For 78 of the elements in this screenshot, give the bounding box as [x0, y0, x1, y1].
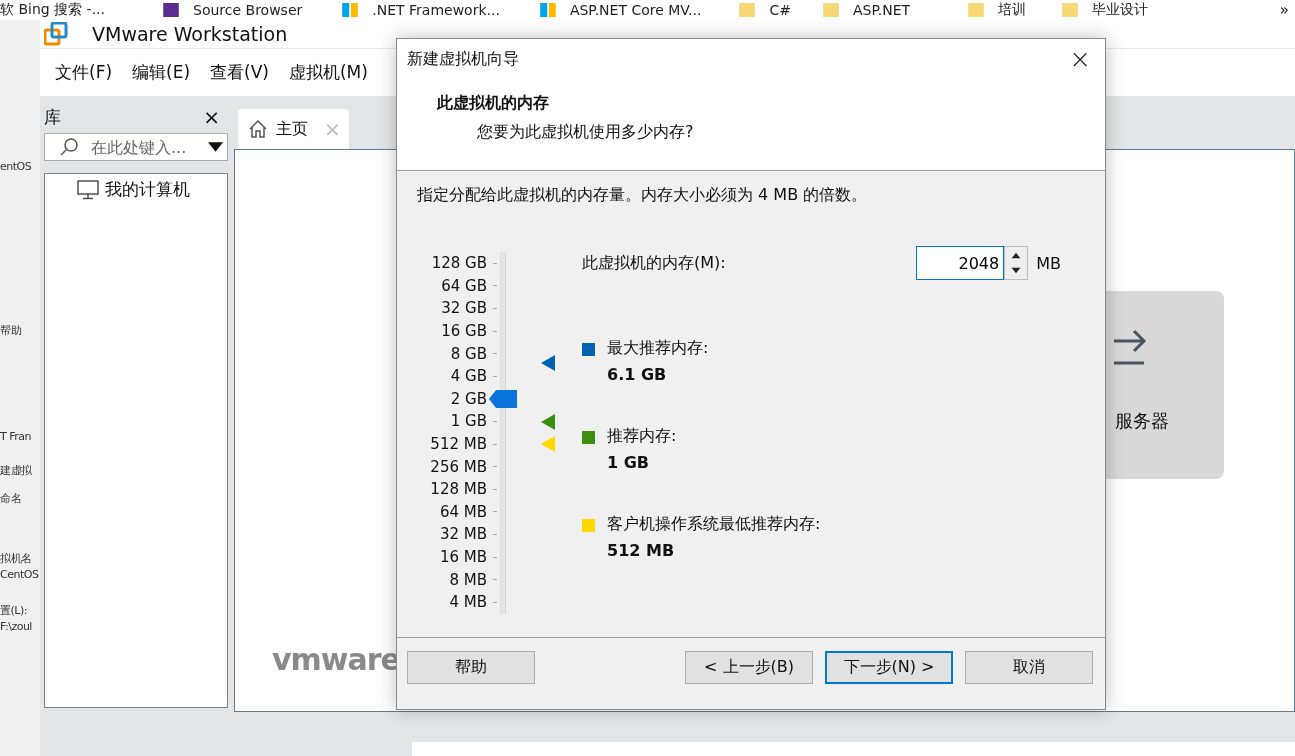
bookmark-link[interactable]: 培训: [998, 1, 1027, 19]
legend-value: 6.1 GB: [607, 365, 668, 384]
folder-icon: [968, 3, 985, 17]
close-button[interactable]: ×: [1069, 44, 1091, 74]
tick-label: 4 GB: [450, 367, 487, 386]
bookmark-link[interactable]: .NET Framework...: [372, 2, 500, 18]
legend-value: 1 GB: [607, 453, 651, 472]
tick-label: 256 MB: [430, 457, 487, 476]
bookmark-link[interactable]: ASP.NET Core MV...: [569, 2, 702, 18]
window-title: VMware Workstation: [92, 23, 288, 45]
menu-item[interactable]: 虚拟机(M): [288, 61, 368, 84]
tick-label: 512 MB: [430, 435, 487, 454]
tick-label: 4 MB: [449, 593, 487, 612]
tree-item[interactable]: 我的计算机: [105, 178, 190, 201]
folder-icon: [823, 3, 839, 17]
dialog-button[interactable]: 取消: [965, 651, 1093, 684]
window-fragment-text: CentOS: [0, 568, 40, 582]
legend-value: 512 MB: [607, 541, 676, 560]
legend-label: 推荐内存:: [607, 426, 677, 447]
window-fragment-text: F:\zoul: [0, 620, 33, 634]
instruction-text: 指定分配给此虚拟机的内存量。内存大小必须为 4 MB 的倍数。: [417, 185, 869, 206]
windows-icon: [342, 3, 359, 17]
home-tab[interactable]: 主页 ×: [238, 109, 349, 149]
library-title: 库: [44, 105, 61, 129]
window-fragment-text: T Fran: [0, 430, 32, 444]
window-fragment-text: 拟机名: [0, 552, 33, 566]
net-badge-icon: [163, 3, 179, 17]
search-field[interactable]: 在此处键入...: [44, 133, 228, 161]
tick-label: 1 GB: [450, 412, 487, 431]
search-icon: [59, 137, 79, 157]
window-fragment-text: 命名: [0, 492, 22, 506]
bookmark-link[interactable]: ASP.NET: [853, 2, 911, 18]
home-icon: [248, 119, 268, 139]
memory-input[interactable]: 2048: [916, 246, 1005, 280]
tick-label: 64 GB: [441, 276, 487, 295]
tick-label: 32 MB: [439, 525, 487, 544]
more-bookmarks-button[interactable]: »: [1279, 1, 1289, 19]
tick-label: 16 GB: [441, 322, 487, 341]
bookmark-link[interactable]: Source Browser: [193, 2, 303, 18]
folder-icon: [739, 3, 756, 17]
memory-label: 此虚拟机的内存(M):: [582, 252, 726, 274]
legend-label: 客户机操作系统最低推荐内存:: [607, 514, 821, 535]
step-subheading: 您要为此虚拟机使用多少内存?: [477, 122, 695, 143]
legend-label: 最大推荐内存:: [607, 338, 709, 359]
dialog-button[interactable]: 帮助: [407, 651, 535, 684]
window-fragment-text: 建虚拟: [0, 464, 33, 478]
dialog-title: 新建虚拟机向导: [407, 48, 519, 70]
bookmark-link[interactable]: C#: [769, 2, 791, 18]
tick-label: 8 MB: [449, 570, 487, 589]
tick-label: 2 GB: [450, 389, 487, 408]
close-button[interactable]: ×: [203, 105, 220, 129]
slider-thumb[interactable]: [489, 389, 517, 408]
monitor-icon: [77, 179, 99, 200]
search-input[interactable]: 在此处键入...: [89, 136, 198, 158]
app-logo-icon: [44, 22, 68, 46]
folder-icon: [1062, 3, 1079, 17]
tick-label: 32 GB: [441, 299, 487, 318]
dropdown-arrow-icon[interactable]: [208, 142, 223, 152]
dialog-button[interactable]: < 上一步(B): [685, 651, 813, 684]
windows-icon: [539, 3, 556, 17]
tick-label: 8 GB: [450, 344, 487, 363]
tick-label: 128 MB: [430, 480, 487, 499]
tick-label: 64 MB: [439, 502, 487, 521]
vmware-logo: vmware: [272, 642, 400, 677]
tick-label: 128 GB: [431, 254, 487, 273]
bookmark-link[interactable]: 毕业设计: [1092, 1, 1149, 19]
menu-item[interactable]: 查看(V): [210, 61, 269, 84]
dialog-button[interactable]: 下一步(N) >: [825, 651, 953, 684]
window-fragment-text: 帮助: [0, 324, 22, 338]
tick-label: 16 MB: [439, 548, 487, 566]
window-fragment-text: entOS: [0, 160, 33, 174]
unit-label: MB: [1036, 253, 1061, 273]
card-label: 服务器: [1115, 409, 1169, 433]
menu-item[interactable]: 文件(F): [55, 61, 113, 84]
bookmark-link[interactable]: 软 Bing 搜索 -...: [0, 1, 105, 19]
menu-item[interactable]: 编辑(E): [132, 61, 191, 84]
step-heading: 此虚拟机的内存: [437, 93, 550, 114]
window-fragment-text: 置(L):: [0, 604, 28, 618]
